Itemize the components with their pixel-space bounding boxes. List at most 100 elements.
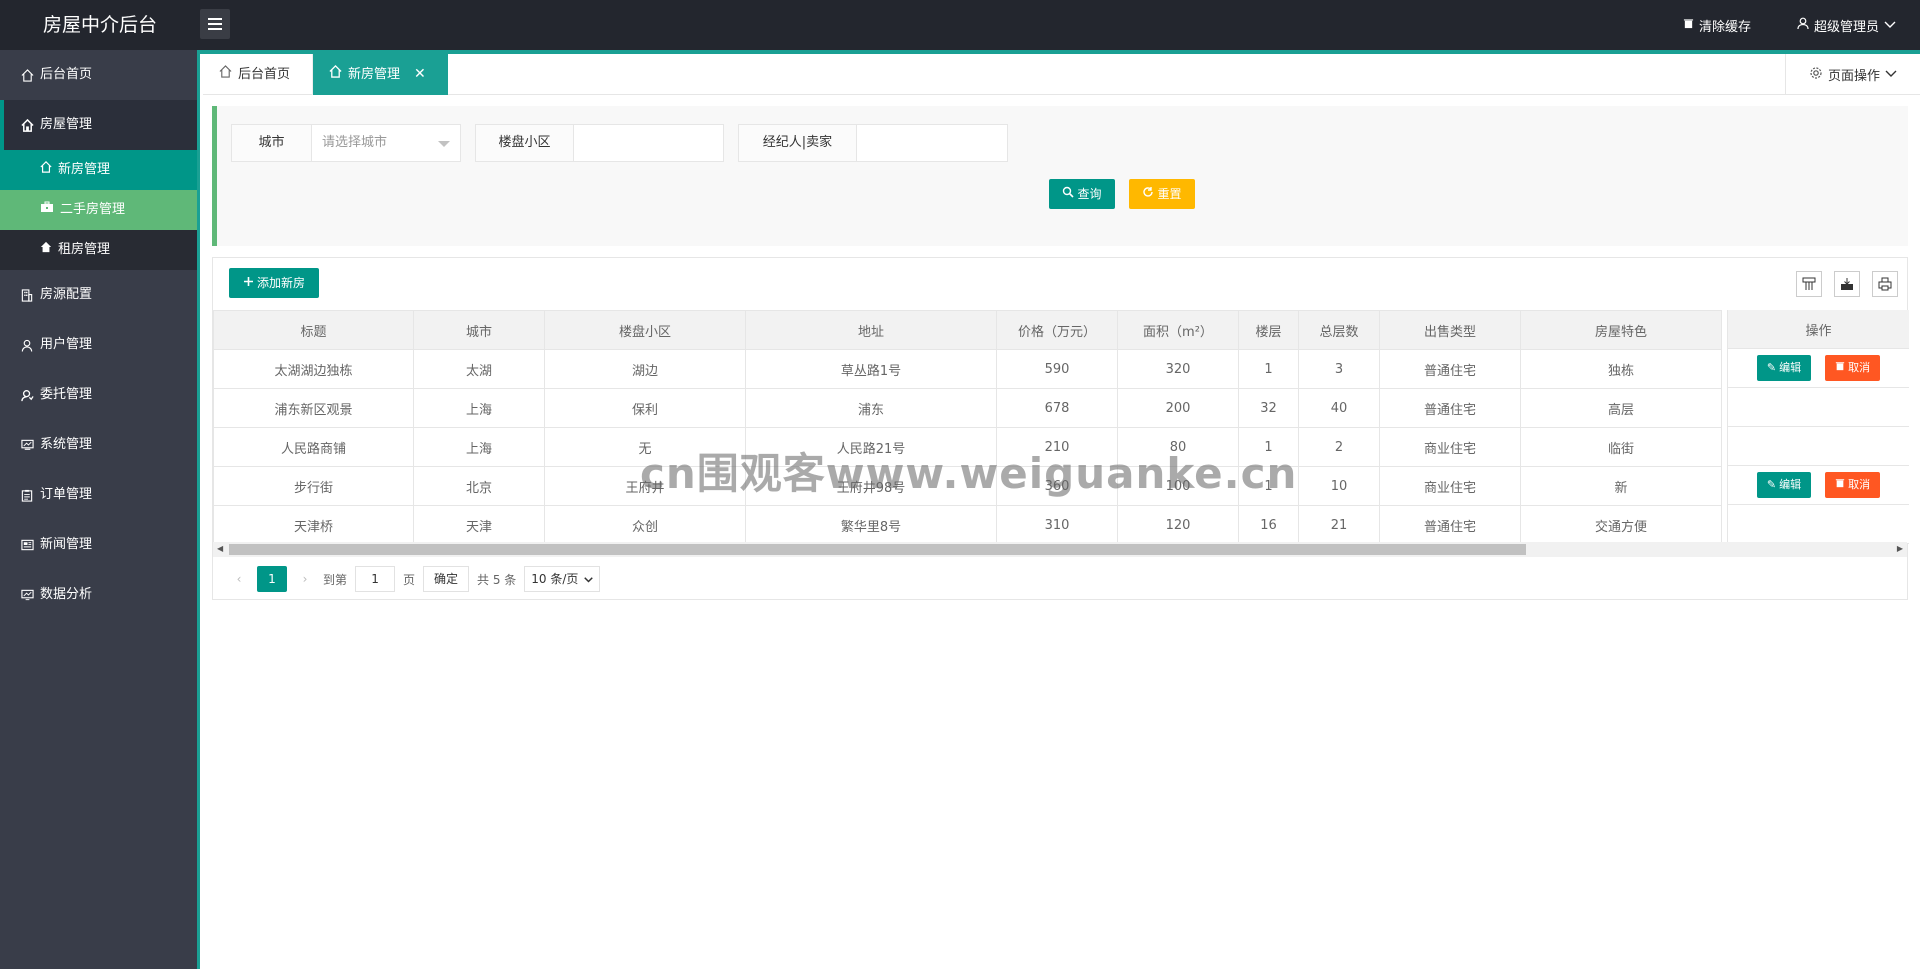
- query-button[interactable]: 查询: [1049, 179, 1115, 209]
- add-new-house-label: 添加新房: [256, 276, 305, 290]
- admin-menu[interactable]: 超级管理员: [1797, 16, 1896, 35]
- col-total-floors[interactable]: 总层数: [1298, 310, 1380, 350]
- goto-confirm-button[interactable]: 确定: [423, 566, 470, 592]
- city-field: 城市 请选择城市: [231, 124, 461, 162]
- table-row[interactable]: 步行街 北京 王府井 王府井98号 360 100 1 10 商业住宅新: [213, 466, 1722, 506]
- col-sale-type[interactable]: 出售类型: [1379, 310, 1521, 350]
- table-cell: 北京: [413, 466, 545, 506]
- edit-button[interactable]: ✎ 编辑: [1756, 355, 1812, 381]
- table-cell: 590: [996, 349, 1118, 389]
- table-cell: 310: [996, 505, 1118, 545]
- search-panel: 城市 请选择城市 楼盘小区 经纪人|卖家 查询 重置: [212, 106, 1908, 246]
- menu-toggle-button[interactable]: [200, 9, 230, 39]
- page-operations-button[interactable]: 页面操作: [1785, 54, 1920, 95]
- app-title: 房屋中介后台: [42, 14, 157, 36]
- clear-cache-button[interactable]: 清除缓存: [1683, 16, 1751, 35]
- col-floor[interactable]: 楼层: [1238, 310, 1299, 350]
- house-icon: [40, 230, 52, 270]
- current-page[interactable]: 1: [257, 566, 287, 592]
- sidebar-item-users[interactable]: 用户管理: [0, 320, 197, 370]
- tab-new-house[interactable]: 新房管理 ✕: [313, 54, 448, 95]
- scroll-right-icon[interactable]: ▶: [1897, 544, 1903, 553]
- table-cell: 360: [996, 466, 1118, 506]
- sidebar-subitem-label: 租房管理: [58, 242, 111, 257]
- city-select[interactable]: 请选择城市: [312, 125, 460, 161]
- table-cell: 2: [1298, 427, 1380, 467]
- table-cell: 天津桥: [213, 505, 414, 545]
- table-row[interactable]: 浦东新区观景 上海 保利 浦东 678 200 32 40 普通住宅 高层: [213, 388, 1722, 428]
- operations-column: 操作 ✎ 编辑 取消 ✎ 编辑 取消: [1727, 310, 1909, 544]
- table-toolbar: 添加新房: [213, 258, 1907, 310]
- sidebar-subitem-second-hand[interactable]: 二手房管理: [0, 190, 197, 230]
- table-row[interactable]: 人民路商铺 上海无人民路21号 210 80 1 2 商业住宅 临街: [213, 427, 1722, 467]
- table-row[interactable]: 太湖湖边独栋 太湖 湖边 草丛路1号 590 320 1 3 普通住宅 独栋: [213, 349, 1722, 389]
- table-cell: 678: [996, 388, 1118, 428]
- col-address[interactable]: 地址: [745, 310, 997, 350]
- sidebar-item-label: 房源配置: [40, 287, 93, 302]
- col-area[interactable]: 面积（m²）: [1117, 310, 1239, 350]
- sidebar-item-entrust[interactable]: 委托管理: [0, 370, 197, 420]
- table-cell: 保利: [544, 388, 746, 428]
- col-city[interactable]: 城市: [413, 310, 545, 350]
- goto-label: 到第: [323, 572, 348, 587]
- gear-icon: [1809, 66, 1823, 84]
- horizontal-scrollbar[interactable]: ◀ ▶: [213, 542, 1907, 557]
- col-price[interactable]: 价格（万元）: [996, 310, 1118, 350]
- table-cell: 步行街: [213, 466, 414, 506]
- agent-input[interactable]: [857, 125, 1007, 161]
- sidebar-item-analytics[interactable]: 数据分析: [0, 570, 197, 620]
- next-page-icon[interactable]: ›: [295, 572, 315, 586]
- scroll-left-icon[interactable]: ◀: [217, 544, 223, 553]
- table-cell: 1: [1238, 349, 1299, 389]
- page-size-select[interactable]: 10 条/页: [524, 566, 601, 592]
- sidebar-item-home[interactable]: 后台首页: [0, 50, 197, 100]
- sidebar-item-system[interactable]: 系统管理: [0, 420, 197, 470]
- chevron-down-icon: [1884, 18, 1896, 33]
- table-cell: 人民路21号: [745, 427, 997, 467]
- col-title[interactable]: 标题: [213, 310, 414, 350]
- prev-page-icon[interactable]: ‹: [229, 572, 249, 586]
- sidebar-item-news[interactable]: 新闻管理: [0, 520, 197, 570]
- pencil-icon: ✎: [1766, 361, 1777, 374]
- sidebar-subitem-rental[interactable]: 租房管理: [0, 230, 197, 270]
- sidebar-item-label: 后台首页: [40, 67, 93, 82]
- community-label: 楼盘小区: [476, 125, 574, 161]
- clear-cache-label: 清除缓存: [1698, 19, 1751, 35]
- sidebar-subitem-label: 二手房管理: [60, 202, 126, 217]
- column-filter-icon[interactable]: [1796, 271, 1822, 297]
- reset-button[interactable]: 重置: [1129, 179, 1195, 209]
- export-icon[interactable]: [1834, 271, 1860, 297]
- tab-home[interactable]: 后台首页: [203, 54, 313, 95]
- table-row[interactable]: 天津桥 天津 众创 繁华里8号 310 120 16 21 普通住宅 交通方便: [213, 505, 1722, 545]
- col-community[interactable]: 楼盘小区: [544, 310, 746, 350]
- cancel-button[interactable]: 取消: [1825, 472, 1881, 498]
- print-icon[interactable]: [1872, 271, 1898, 297]
- table-cell: 浦东新区观景: [213, 388, 414, 428]
- cancel-button[interactable]: 取消: [1825, 355, 1881, 381]
- sidebar-item-label: 订单管理: [40, 487, 93, 502]
- close-icon[interactable]: ✕: [414, 54, 426, 95]
- edit-button[interactable]: ✎ 编辑: [1756, 472, 1812, 498]
- col-feature[interactable]: 房屋特色: [1520, 310, 1722, 350]
- tab-label: 后台首页: [238, 67, 291, 82]
- community-input[interactable]: [574, 125, 723, 161]
- sidebar-item-label: 房屋管理: [40, 117, 93, 132]
- home-icon: [40, 150, 52, 190]
- clipboard-icon: [20, 488, 34, 502]
- news-icon: [20, 538, 34, 552]
- search-icon: [1062, 179, 1075, 209]
- table-cell: 3: [1298, 349, 1380, 389]
- table-cell: 32: [1238, 388, 1299, 428]
- sidebar-item-listing-config[interactable]: 房源配置: [0, 270, 197, 320]
- sidebar-item-house-management[interactable]: 房屋管理: [0, 100, 197, 150]
- sidebar-item-label: 委托管理: [40, 387, 93, 402]
- scrollbar-thumb[interactable]: [229, 544, 1526, 555]
- sidebar-item-label: 用户管理: [40, 337, 93, 352]
- goto-page-input[interactable]: 1: [355, 566, 396, 592]
- sidebar-subitem-new-house[interactable]: 新房管理: [0, 150, 197, 190]
- sidebar-item-orders[interactable]: 订单管理: [0, 470, 197, 520]
- cancel-label: 取消: [1848, 361, 1871, 374]
- add-new-house-button[interactable]: 添加新房: [229, 268, 319, 298]
- chevron-down-icon: [1885, 67, 1897, 82]
- home-icon: [20, 68, 34, 82]
